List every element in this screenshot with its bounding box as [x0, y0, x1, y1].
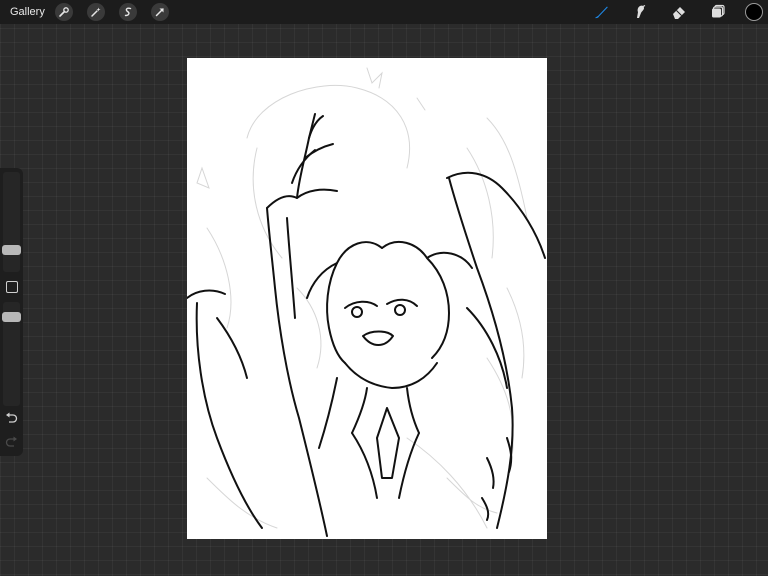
- undo-button[interactable]: [4, 411, 19, 425]
- gallery-button[interactable]: Gallery: [10, 6, 45, 18]
- selection-icon: [124, 7, 132, 17]
- modify-button[interactable]: [6, 281, 18, 293]
- opacity-thumb[interactable]: [2, 312, 21, 322]
- redo-button[interactable]: [4, 435, 19, 449]
- sketch-drawing: [187, 67, 546, 537]
- layers-icon: [712, 4, 725, 18]
- brush-tool-button[interactable]: [590, 2, 612, 22]
- magic-wand-icon: [91, 7, 101, 17]
- layers-button[interactable]: [707, 2, 729, 22]
- adjustments-button[interactable]: [86, 3, 105, 21]
- transform-button[interactable]: [150, 3, 169, 21]
- brush-size-thumb[interactable]: [2, 245, 21, 255]
- eraser-icon: [673, 7, 685, 19]
- selection-button[interactable]: [118, 3, 137, 21]
- drawing-canvas[interactable]: [187, 58, 547, 539]
- undo-icon: [6, 412, 18, 423]
- smudge-tool-button[interactable]: [629, 2, 651, 22]
- left-sidebar: [0, 168, 23, 456]
- eraser-tool-button[interactable]: [668, 2, 690, 22]
- brush-size-slider[interactable]: [3, 172, 20, 272]
- redo-icon: [5, 436, 17, 447]
- smudge-icon: [637, 4, 646, 19]
- brush-icon: [595, 6, 608, 19]
- right-toolbar: [573, 0, 768, 24]
- transform-arrow-icon: [155, 8, 164, 17]
- actions-button[interactable]: [54, 3, 73, 21]
- wrench-icon: [59, 7, 69, 17]
- top-toolbar: Gallery: [0, 0, 768, 24]
- color-picker-button[interactable]: [745, 3, 763, 21]
